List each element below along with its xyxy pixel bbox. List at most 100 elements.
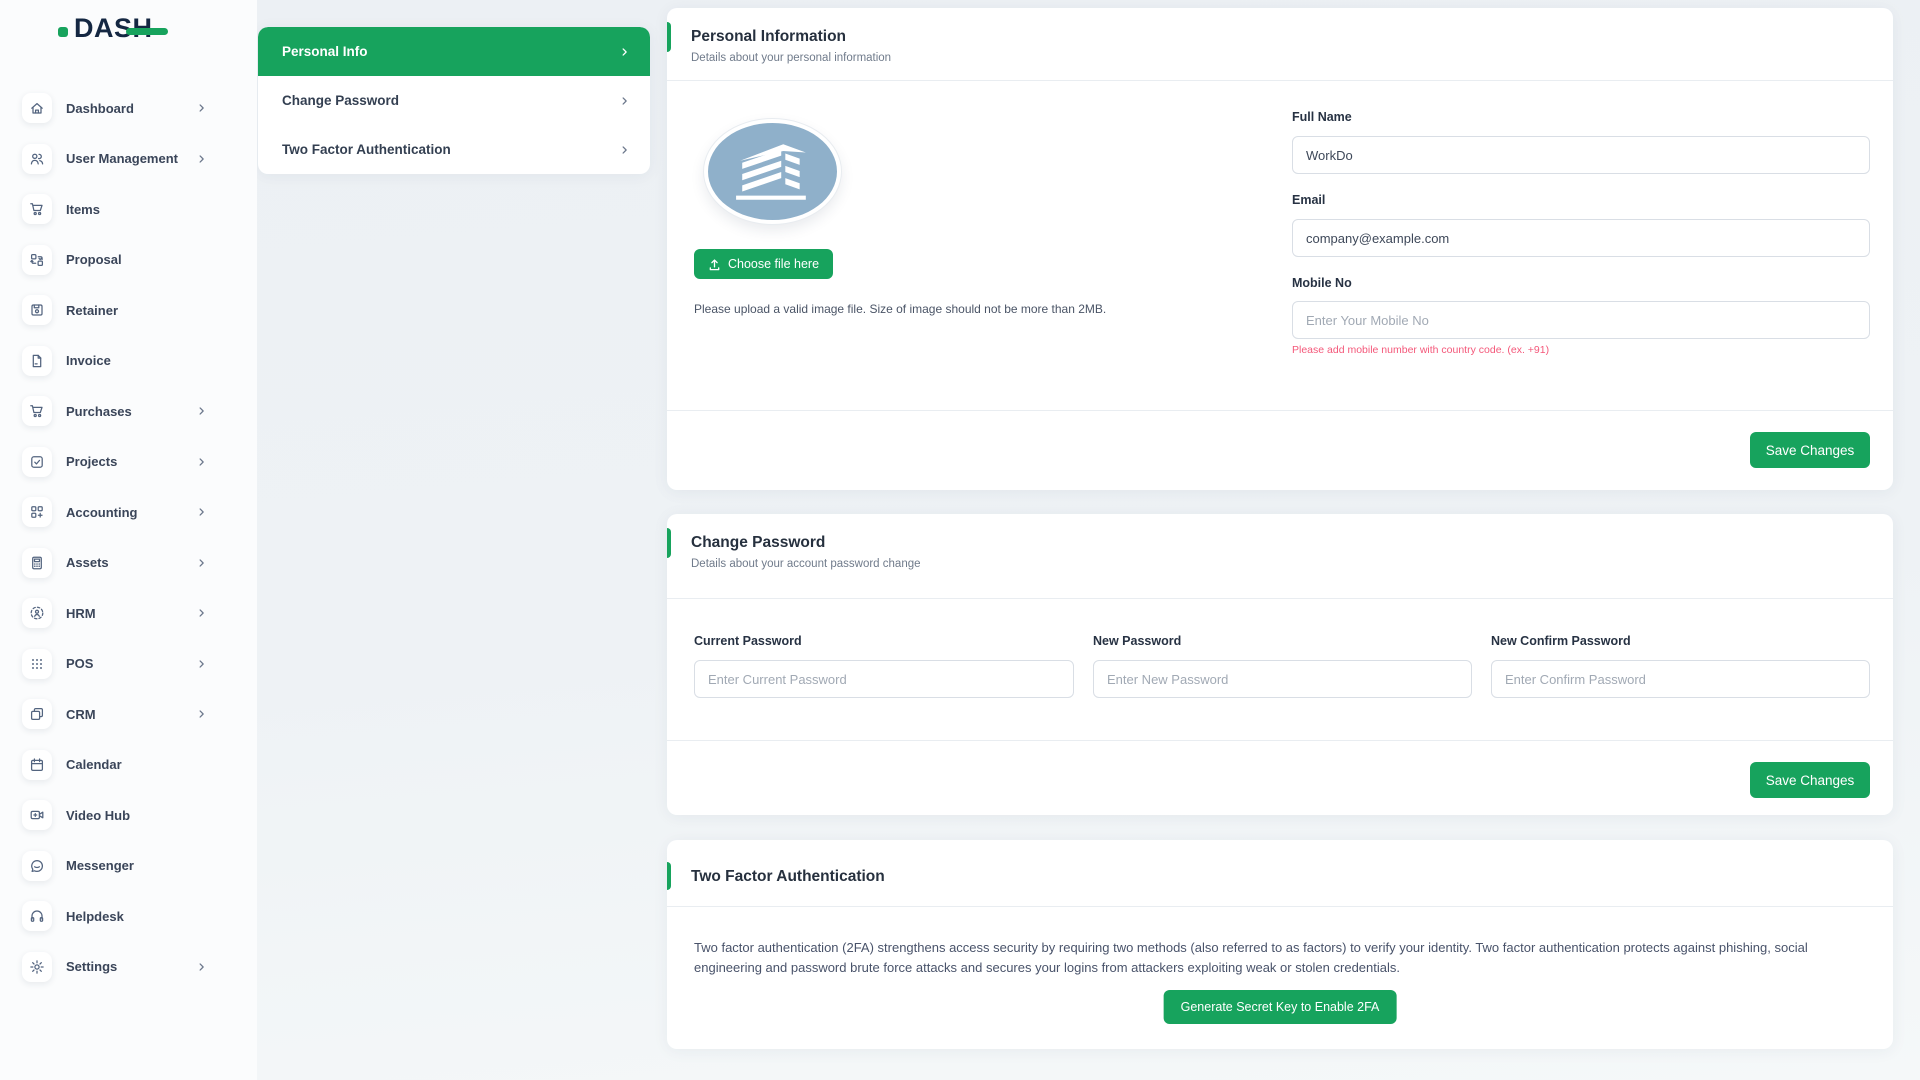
sidebar-item-user-management[interactable]: User Management: [0, 134, 257, 185]
submenu-item-label: Two Factor Authentication: [282, 142, 451, 157]
divider: [667, 80, 1893, 81]
chevron-right-icon: [619, 144, 630, 155]
chevron-right-icon: [196, 456, 207, 467]
current-password-input[interactable]: [694, 660, 1074, 698]
sidebar-item-hrm[interactable]: HRM: [0, 588, 257, 639]
sidebar-item-projects[interactable]: Projects: [0, 437, 257, 488]
new-password-label: New Password: [1093, 634, 1181, 648]
sidebar-item-label: Proposal: [66, 252, 122, 267]
divider: [667, 410, 1893, 411]
calendar-icon: [22, 750, 52, 780]
submenu-item-two-factor-authentication[interactable]: Two Factor Authentication: [258, 125, 650, 174]
mobile-label: Mobile No: [1292, 276, 1352, 290]
grid-plus-icon: [22, 497, 52, 527]
file-icon: [22, 346, 52, 376]
logo-dot: [58, 27, 68, 37]
card-accent-bar: [667, 528, 671, 558]
person-circle-icon: [22, 598, 52, 628]
chevron-right-icon: [196, 608, 207, 619]
chat-bubble-icon: [22, 851, 52, 881]
sidebar-item-label: Accounting: [66, 505, 138, 520]
password-field-new-confirm-password: New Confirm Password: [1491, 514, 1870, 714]
save-changes-button[interactable]: Save Changes: [1750, 432, 1870, 468]
gear-icon: [22, 952, 52, 982]
email-input[interactable]: [1292, 219, 1870, 257]
personal-info-card: Personal Information Details about your …: [667, 8, 1893, 490]
choose-file-label: Choose file here: [728, 257, 819, 271]
sidebar-item-label: Dashboard: [66, 101, 134, 116]
chevron-right-icon: [196, 557, 207, 568]
sidebar-item-label: POS: [66, 656, 93, 671]
sidebar-item-label: Projects: [66, 454, 117, 469]
card-accent-bar: [667, 862, 671, 890]
sidebar-item-label: Messenger: [66, 858, 134, 873]
email-label: Email: [1292, 193, 1325, 207]
sidebar-item-label: Settings: [66, 959, 117, 974]
headset-icon: [22, 901, 52, 931]
submenu-item-label: Personal Info: [282, 44, 368, 59]
sidebar-item-label: CRM: [66, 707, 96, 722]
sidebar-item-label: Helpdesk: [66, 909, 124, 924]
sidebar-item-crm[interactable]: CRM: [0, 689, 257, 740]
sidebar-item-invoice[interactable]: Invoice: [0, 336, 257, 387]
sidebar-item-dashboard[interactable]: Dashboard: [0, 83, 257, 134]
brand-logo[interactable]: DASH: [74, 13, 204, 53]
sidebar-item-messenger[interactable]: Messenger: [0, 841, 257, 892]
logo-dash-bar: [126, 28, 168, 35]
sidebar-item-items[interactable]: Items: [0, 184, 257, 235]
new-confirm-password-input[interactable]: [1491, 660, 1870, 698]
save-icon: [22, 295, 52, 325]
sidebar-item-proposal[interactable]: Proposal: [0, 235, 257, 286]
calculator-icon: [22, 548, 52, 578]
two-factor-card: Two Factor Authentication Two factor aut…: [667, 840, 1893, 1049]
divider: [667, 740, 1893, 741]
sidebar-item-settings[interactable]: Settings: [0, 942, 257, 993]
full-name-input[interactable]: [1292, 136, 1870, 174]
mobile-input[interactable]: [1292, 301, 1870, 339]
chevron-right-icon: [196, 709, 207, 720]
chevron-right-icon: [196, 658, 207, 669]
sidebar-item-retainer[interactable]: Retainer: [0, 285, 257, 336]
chevron-right-icon: [619, 95, 630, 106]
choose-file-button[interactable]: Choose file here: [694, 249, 833, 279]
upload-hint: Please upload a valid image file. Size o…: [694, 302, 1106, 316]
cart-icon: [22, 194, 52, 224]
mobile-error-hint: Please add mobile number with country co…: [1292, 344, 1549, 356]
personal-info-title: Personal Information: [691, 28, 846, 46]
full-name-label: Full Name: [1292, 110, 1352, 124]
sidebar-item-label: Retainer: [66, 303, 118, 318]
sidebar: DASH Dashboard User Management Items Pro…: [0, 0, 257, 1080]
new-password-input[interactable]: [1093, 660, 1472, 698]
save-changes-button[interactable]: Save Changes: [1750, 762, 1870, 798]
chevron-right-icon: [619, 46, 630, 57]
sidebar-item-pos[interactable]: POS: [0, 639, 257, 690]
submenu-item-label: Change Password: [282, 93, 399, 108]
sidebar-item-label: Purchases: [66, 404, 132, 419]
sidebar-item-label: Items: [66, 202, 100, 217]
chevron-right-icon: [196, 153, 207, 164]
submenu-item-change-password[interactable]: Change Password: [258, 76, 650, 125]
submenu-item-personal-info[interactable]: Personal Info: [258, 27, 650, 76]
divider: [667, 906, 1893, 907]
sidebar-item-accounting[interactable]: Accounting: [0, 487, 257, 538]
swap-squares-icon: [22, 245, 52, 275]
current-password-label: Current Password: [694, 634, 802, 648]
overlap-squares-icon: [22, 699, 52, 729]
password-field-current-password: Current Password: [694, 514, 1074, 714]
generate-2fa-key-button[interactable]: Generate Secret Key to Enable 2FA: [1164, 990, 1397, 1024]
sidebar-item-calendar[interactable]: Calendar: [0, 740, 257, 791]
sidebar-item-label: HRM: [66, 606, 96, 621]
sidebar-item-video-hub[interactable]: Video Hub: [0, 790, 257, 841]
card-accent-bar: [667, 22, 671, 52]
two-factor-title: Two Factor Authentication: [691, 868, 885, 886]
profile-submenu: Personal Info Change Password Two Factor…: [258, 27, 650, 174]
cart-icon: [22, 396, 52, 426]
users-icon: [22, 144, 52, 174]
sidebar-item-helpdesk[interactable]: Helpdesk: [0, 891, 257, 942]
sidebar-item-purchases[interactable]: Purchases: [0, 386, 257, 437]
sidebar-item-label: Assets: [66, 555, 109, 570]
home-icon: [22, 93, 52, 123]
sidebar-item-assets[interactable]: Assets: [0, 538, 257, 589]
two-factor-description: Two factor authentication (2FA) strength…: [694, 938, 1866, 977]
dots-grid-icon: [22, 649, 52, 679]
